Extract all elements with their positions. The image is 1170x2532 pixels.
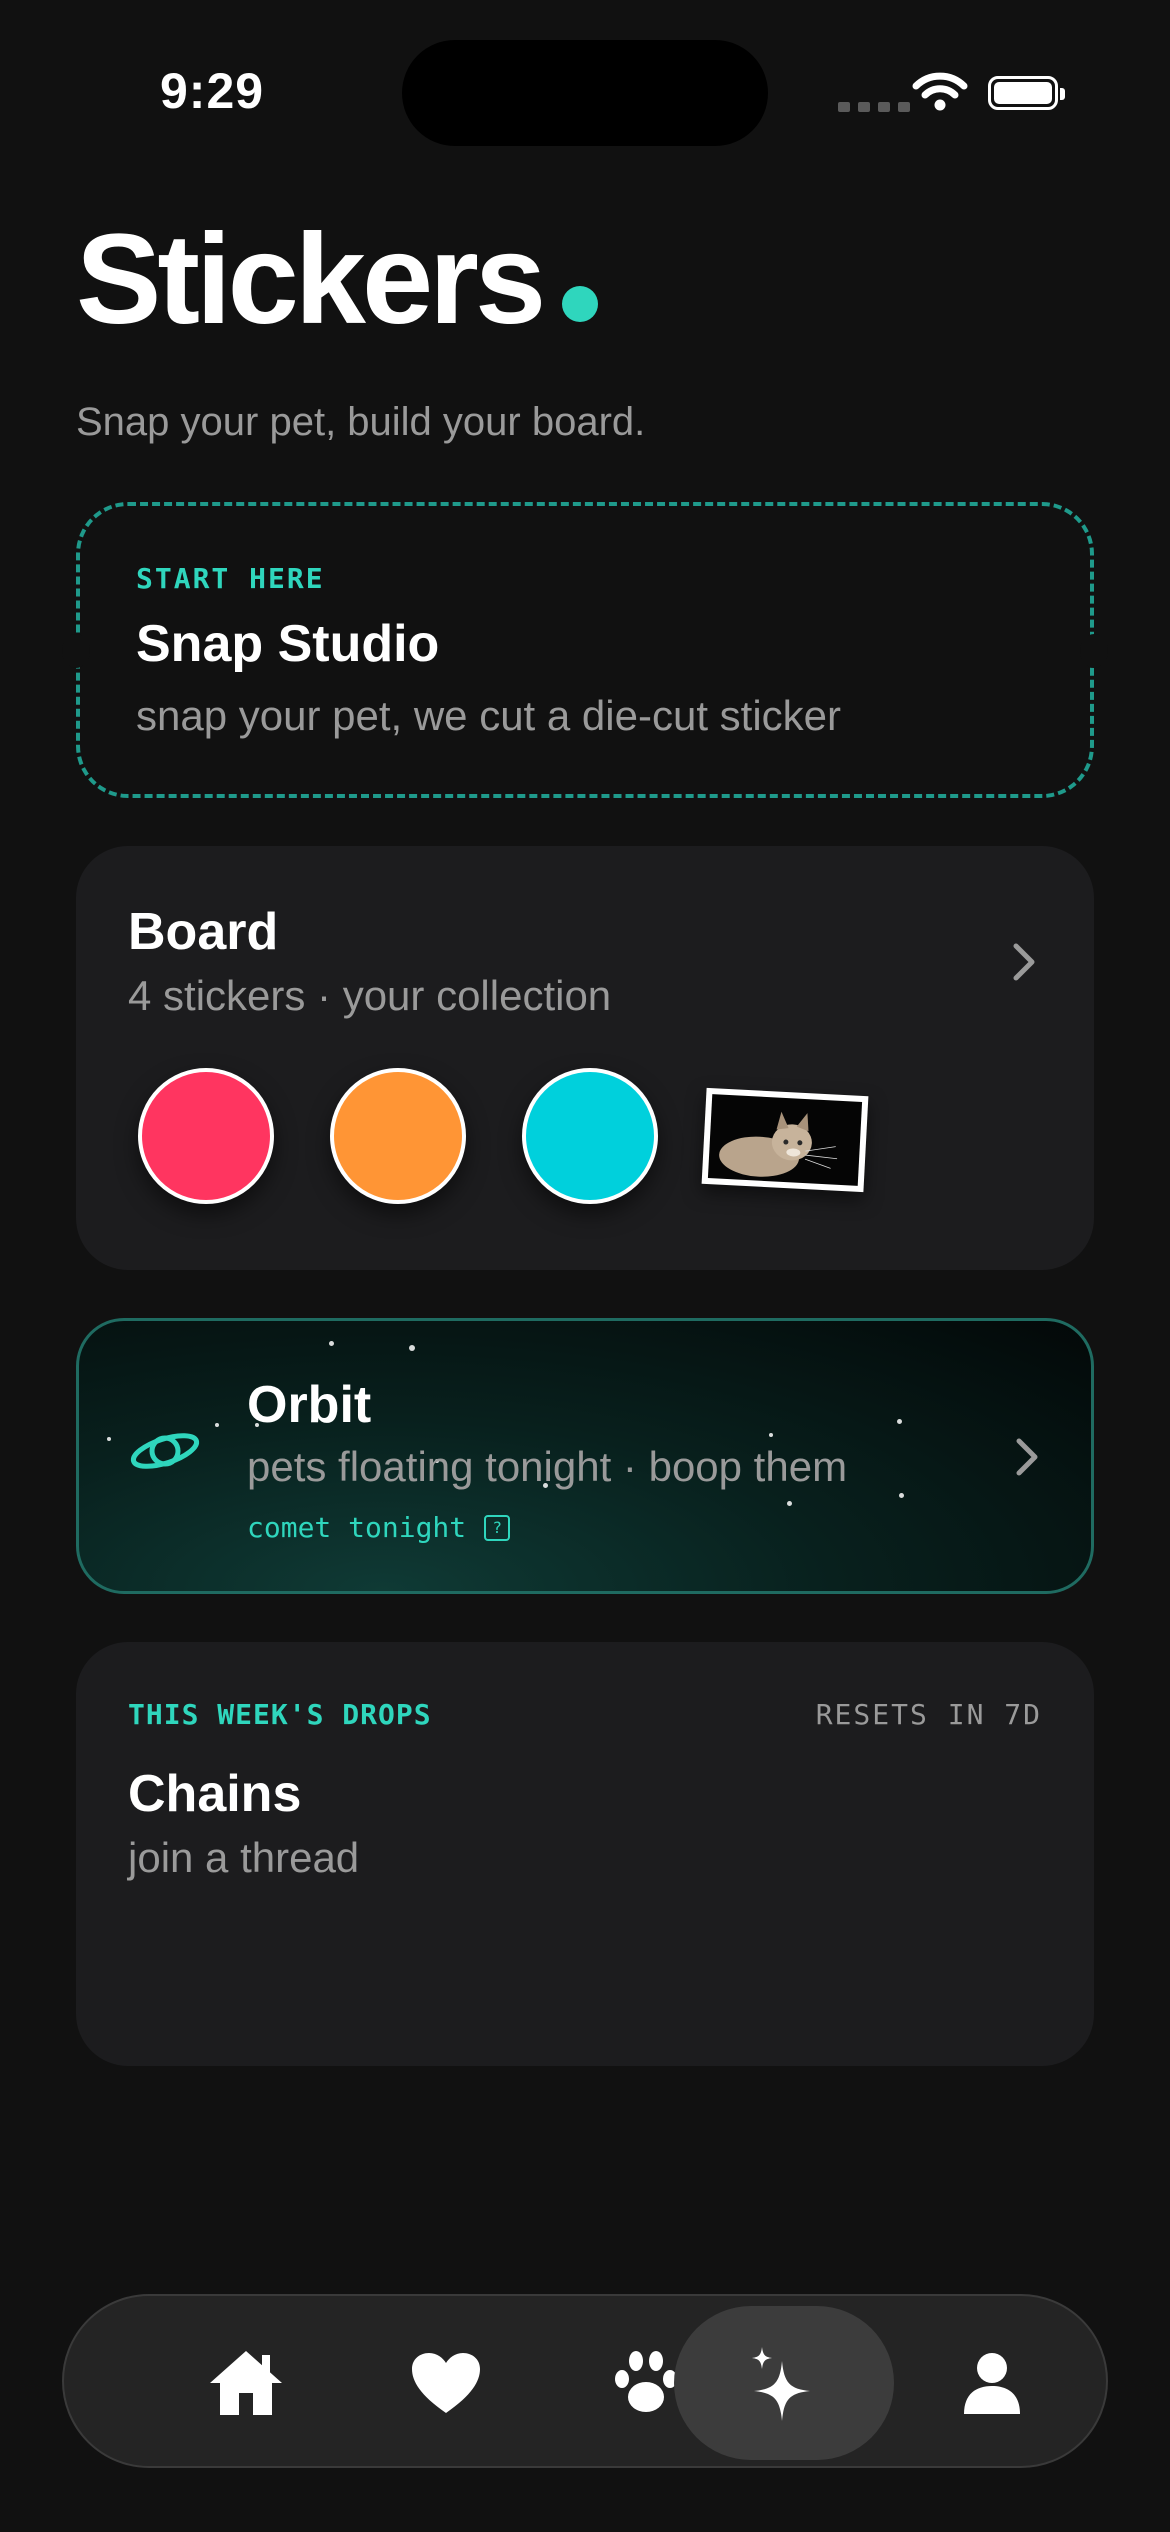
page-subtitle: Snap your pet, build your board. [76, 400, 646, 444]
sticker-cyan[interactable] [522, 1068, 658, 1204]
orbit-card[interactable]: Orbit pets floating tonight · boop them … [76, 1318, 1094, 1594]
chevron-right-icon [1013, 943, 1035, 981]
profile-icon [964, 2353, 1020, 2414]
snap-studio-title: Snap Studio [136, 615, 440, 673]
home-icon [210, 2351, 282, 2415]
orbit-title: Orbit [247, 1376, 372, 1434]
drops-reset-label: RESETS IN 7D [815, 1698, 1042, 1731]
tab-stickers[interactable] [674, 2306, 894, 2460]
orbit-note: comet tonight ? [247, 1511, 511, 1544]
ticket-notch-left [62, 634, 90, 668]
board-title: Board [128, 903, 279, 961]
sticker-cat-photo[interactable] [701, 1087, 869, 1193]
tab-profile[interactable] [882, 2306, 1102, 2460]
snap-studio-subtitle: snap your pet, we cut a die-cut sticker [136, 692, 841, 739]
battery-icon [988, 76, 1065, 110]
drops-eyebrow: THIS WEEK'S DROPS [128, 1698, 432, 1731]
page-title: Stickers [76, 208, 546, 351]
star-dot [897, 1419, 902, 1424]
paw-icon [615, 2351, 677, 2412]
drops-title: Chains [128, 1765, 302, 1823]
tab-home[interactable] [136, 2306, 356, 2460]
heart-icon [412, 2353, 480, 2413]
tab-favorites[interactable] [336, 2306, 556, 2460]
chevron-right-icon [1016, 1438, 1038, 1476]
title-accent-dot [562, 286, 598, 322]
star-dot [215, 1423, 219, 1427]
board-subtitle: 4 stickers · your collection [128, 972, 612, 1019]
ticket-notch-right [1080, 634, 1108, 668]
star-dot [899, 1493, 904, 1498]
cat-photo-image [719, 1111, 838, 1177]
star-dot [409, 1345, 415, 1351]
planet-icon [130, 1433, 200, 1469]
star-dot [769, 1433, 773, 1437]
sparkles-icon [752, 2347, 810, 2421]
wifi-icon [912, 72, 968, 111]
cellular-signal-icon [838, 102, 910, 112]
drops-subtitle: join a thread [128, 1834, 360, 1881]
sticker-orange[interactable] [330, 1068, 466, 1204]
dynamic-island [402, 40, 768, 146]
tab-bar [62, 2294, 1108, 2468]
status-time: 9:29 [160, 63, 265, 119]
star-dot [787, 1501, 792, 1506]
star-dot [329, 1341, 334, 1346]
snap-studio-card[interactable]: START HERE Snap Studio snap your pet, we… [62, 502, 1108, 798]
help-icon[interactable]: ? [484, 1514, 511, 1541]
orbit-note-text: comet tonight [247, 1511, 467, 1544]
weekly-drops-card[interactable]: THIS WEEK'S DROPS RESETS IN 7D Chains jo… [76, 1642, 1094, 2066]
orbit-subtitle: pets floating tonight · boop them [247, 1443, 848, 1490]
star-dot [107, 1437, 111, 1441]
snap-studio-eyebrow: START HERE [136, 562, 325, 595]
sticker-red[interactable] [138, 1068, 274, 1204]
board-card[interactable]: Board 4 stickers · your collection [76, 846, 1094, 1270]
